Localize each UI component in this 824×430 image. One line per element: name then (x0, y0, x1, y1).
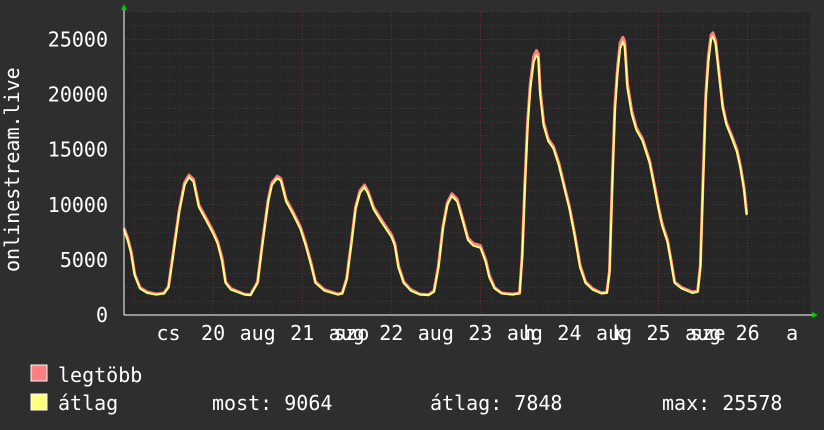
chart: 0 5000 10000 15000 20000 25000 cs 20 aug 21 aug sz… (0, 4, 818, 415)
x-tick-label: 25 (646, 321, 670, 345)
x-tick-label: a (786, 321, 798, 345)
stat-maximum: max: 25578 (662, 391, 782, 415)
x-tick-label: aug (418, 321, 454, 345)
y-tick-label: 25000 (48, 28, 108, 52)
x-tick-label: aug (240, 321, 276, 345)
x-axis-arrow (812, 312, 818, 318)
x-tick-label: h (523, 321, 535, 345)
x-tick-labels: cs 20 aug 21 augszo 22 aug 23 augh 24 augk 25 augsze… (156, 321, 798, 345)
x-tick-label: szo (333, 321, 369, 345)
stat-average: átlag: 7848 (430, 391, 562, 415)
x-tick-label: k (612, 321, 624, 345)
x-tick-label: 22 (379, 321, 403, 345)
x-tick-label: 23 (468, 321, 492, 345)
y-tick-label: 5000 (60, 248, 108, 272)
stat-current: most: 9064 (212, 391, 332, 415)
y-tick-label: 10000 (48, 193, 108, 217)
legend-label-avg: átlag (58, 391, 118, 415)
x-tick-label: 24 (557, 321, 581, 345)
x-tick-label: sze (689, 321, 725, 345)
y-tick-labels: 0 5000 10000 15000 20000 25000 (48, 28, 108, 327)
y-tick-label: 15000 (48, 138, 108, 162)
legend-label-max: legtöbb (58, 363, 142, 387)
legend-swatch-avg (30, 393, 48, 411)
y-axis-label: onlinestream.live (0, 67, 24, 272)
y-axis-arrow (121, 4, 127, 10)
x-tick-label: 26 (736, 321, 760, 345)
x-tick-label: 21 (290, 321, 314, 345)
y-tick-label: 20000 (48, 83, 108, 107)
x-tick-label: 20 (201, 321, 225, 345)
y-tick-label: 0 (96, 303, 108, 327)
x-tick-label: cs (156, 321, 180, 345)
legend-swatch-max (30, 364, 48, 382)
